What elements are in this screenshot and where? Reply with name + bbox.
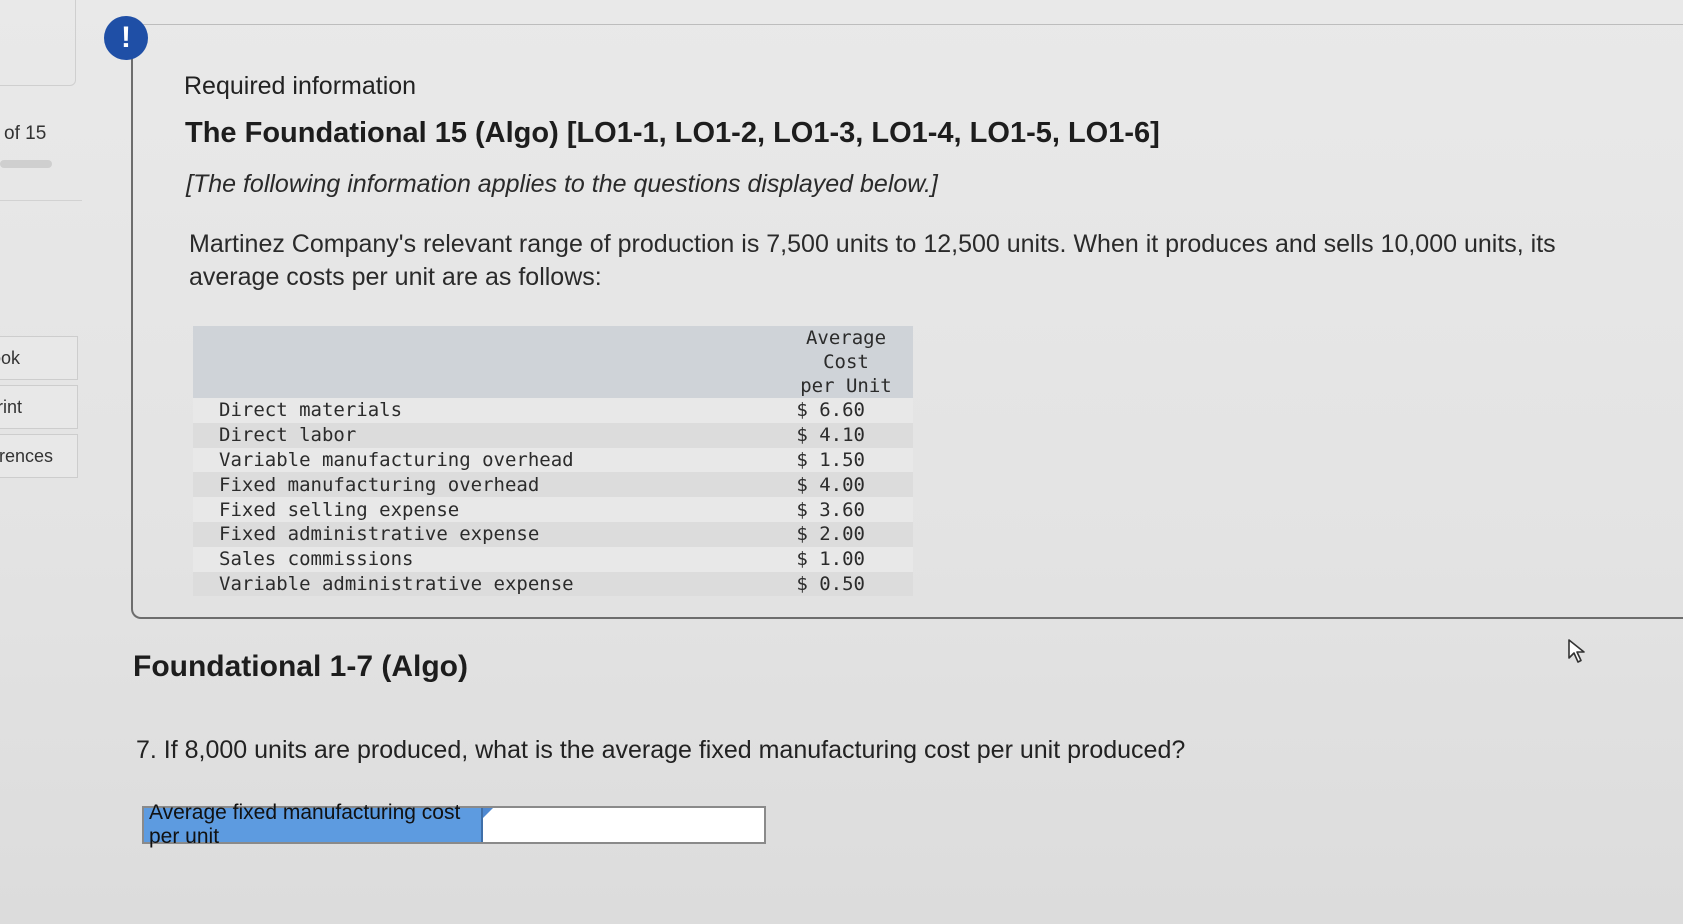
page: of 15 Book Print rences ! Required infor… [0,0,1683,924]
answer-input[interactable] [483,808,764,842]
intro-text: Martinez Company's relevant range of pro… [189,230,1556,291]
sidebar-item-ebook[interactable]: Book [0,336,78,380]
answer-input-wrapper [483,808,764,842]
question-text: 7. If 8,000 units are produced, what is … [136,736,1186,764]
page-title: The Foundational 15 (Algo) [LO1-1, LO1-2… [185,117,1160,149]
cost-item-value: $ 2.00 [779,521,913,547]
header-line-1: Average Cost [805,327,887,373]
table-header-label [193,326,779,398]
required-info-heading: Required information [184,72,417,100]
cost-table: Average Cost per Unit Direct materials $… [193,326,913,597]
input-corner-marker [483,808,493,818]
sidebar-item-print[interactable]: Print [0,385,78,429]
cost-item-value: $ 4.10 [779,422,913,448]
sidebar-divider [0,200,82,201]
table-row: Direct materials $ 6.60 [193,398,913,423]
sidebar-top-box [0,0,76,86]
sidebar: of 15 Book Print rences [0,0,82,924]
cost-item-label: Fixed administrative expense [193,521,779,547]
cost-item-label: Fixed selling expense [193,497,779,522]
question-counter: of 15 [4,123,47,144]
cost-item-label: Direct labor [193,422,779,448]
answer-row: Average fixed manufacturing cost per uni… [142,801,766,848]
table-row: Fixed manufacturing overhead $ 4.00 [193,472,913,498]
cost-item-label: Direct materials [193,398,779,423]
alert-icon: ! [104,16,148,60]
header-line-2: per Unit [800,375,892,397]
mouse-cursor-icon [1568,639,1585,663]
sidebar-item-label: Book [0,347,21,368]
cost-item-label: Variable administrative expense [193,571,779,597]
table-row: Sales commissions $ 1.00 [193,546,913,572]
cost-item-value: $ 6.60 [779,398,913,423]
cost-item-label: Variable manufacturing overhead [193,447,779,473]
sidebar-item-label: rences [0,445,54,466]
cost-item-value: $ 4.00 [779,472,913,498]
table-header-amount: Average Cost per Unit [779,326,913,398]
cost-item-label: Sales commissions [193,546,779,572]
cost-item-value: $ 0.50 [779,571,913,597]
sidebar-item-references[interactable]: rences [0,434,78,478]
table-header-row: Average Cost per Unit [193,326,913,398]
cost-item-value: $ 1.00 [779,546,913,572]
table-row: Fixed administrative expense $ 2.00 [193,521,913,547]
cost-item-value: $ 1.50 [779,447,913,473]
table-row: Variable manufacturing overhead $ 1.50 [193,447,913,473]
question-section-title: Foundational 1-7 (Algo) [133,650,468,683]
cost-item-label: Fixed manufacturing overhead [193,472,779,498]
info-note: [The following information applies to th… [186,170,938,198]
table-row: Fixed selling expense $ 3.60 [193,497,913,522]
sidebar-item-label: Print [0,396,23,417]
cost-item-value: $ 3.60 [779,497,913,522]
answer-label: Average fixed manufacturing cost per uni… [144,801,483,848]
table-row: Variable administrative expense $ 0.50 [193,571,913,597]
table-row: Direct labor $ 4.10 [193,422,913,448]
progress-bar [0,160,52,168]
